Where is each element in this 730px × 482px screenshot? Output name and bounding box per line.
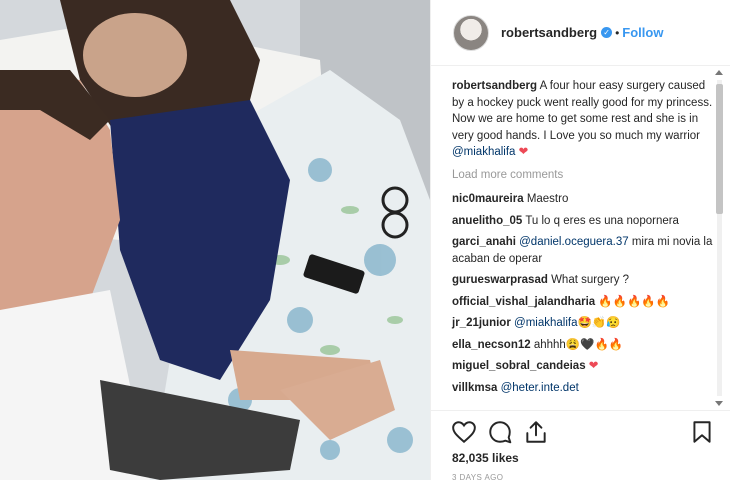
- comment-item: ella_necson12 ahhhh😩🖤🔥🔥: [452, 337, 719, 354]
- comment-mention[interactable]: @miakhalifa: [514, 317, 577, 329]
- comment-username[interactable]: ella_necson12: [452, 339, 531, 351]
- comment-item: garci_anahi @daniel.oceguera.37 mira mi …: [452, 234, 719, 267]
- comment-item: official_vishal_jalandharia 🔥🔥🔥🔥🔥: [452, 294, 719, 311]
- caption-mention[interactable]: @miakhalifa: [452, 146, 515, 158]
- caption: robertsandberg A four hour easy surgery …: [452, 78, 719, 161]
- comments-list[interactable]: robertsandberg A four hour easy surgery …: [431, 66, 730, 410]
- comment-item: anuelitho_05 Tu lo q eres es una noporne…: [452, 213, 719, 230]
- scroll-thumb[interactable]: [716, 84, 723, 214]
- follow-button[interactable]: Follow: [622, 25, 663, 40]
- header-username[interactable]: robertsandberg: [501, 25, 597, 40]
- comment-icon[interactable]: [487, 419, 513, 445]
- load-more-comments-button[interactable]: Load more comments: [452, 167, 719, 184]
- scroll-up-arrow-icon[interactable]: [715, 70, 723, 75]
- comment-item: jr_21junior @miakhalifa🤩👏😥: [452, 315, 719, 332]
- comment-text: What surgery ?: [551, 274, 630, 286]
- comment-username[interactable]: miguel_sobral_candeias: [452, 360, 586, 372]
- separator-dot: •: [615, 25, 620, 40]
- comment-username[interactable]: jr_21junior: [452, 317, 511, 329]
- comment-mention[interactable]: @daniel.oceguera.37: [519, 236, 629, 248]
- post-photo[interactable]: [0, 0, 430, 480]
- caption-username[interactable]: robertsandberg: [452, 80, 537, 92]
- caption-emoji: ❤: [518, 146, 529, 158]
- likes-count[interactable]: 82,035 likes: [452, 451, 519, 465]
- post-actions: 82,035 likes 3 DAYS AGO: [431, 410, 730, 482]
- verified-badge-icon: ✓: [601, 27, 613, 38]
- post-photo-illustration: [0, 0, 430, 480]
- comment-username[interactable]: villkmsa: [452, 382, 497, 394]
- comment-text: Maestro: [526, 193, 569, 205]
- comment-text: 🤩👏😥: [577, 317, 621, 329]
- comments-scrollbar[interactable]: [714, 70, 724, 406]
- comment-username[interactable]: garci_anahi: [452, 236, 516, 248]
- avatar[interactable]: [453, 14, 489, 51]
- comment-text: Tu lo q eres es una nopornera: [525, 214, 679, 227]
- comment-username[interactable]: official_vishal_jalandharia: [452, 296, 595, 308]
- comment-item: nic0maureira Maestro: [452, 191, 719, 208]
- share-icon[interactable]: [523, 419, 549, 445]
- post-header: robertsandberg ✓ • Follow: [431, 0, 730, 66]
- comment-item: gurueswarprasad What surgery ?: [452, 272, 719, 289]
- comment-text: ahhhh😩🖤🔥🔥: [533, 338, 624, 351]
- scroll-down-arrow-icon[interactable]: [715, 401, 723, 406]
- comment-item: miguel_sobral_candeias ❤: [452, 358, 719, 375]
- comment-username[interactable]: nic0maureira: [452, 193, 524, 205]
- comment-username[interactable]: gurueswarprasad: [452, 274, 548, 286]
- comment-mention[interactable]: @heter.inte.det: [501, 382, 579, 394]
- comment-text: 🔥🔥🔥🔥🔥: [598, 295, 670, 308]
- comment-text: ❤: [588, 360, 599, 372]
- post-sidebar: robertsandberg ✓ • Follow robertsandberg…: [430, 0, 730, 482]
- bookmark-icon[interactable]: [689, 419, 715, 445]
- post-timestamp[interactable]: 3 DAYS AGO: [452, 473, 503, 482]
- comment-username[interactable]: anuelitho_05: [452, 215, 522, 227]
- heart-icon[interactable]: [451, 419, 477, 445]
- comment-item: villkmsa @heter.inte.det: [452, 380, 719, 397]
